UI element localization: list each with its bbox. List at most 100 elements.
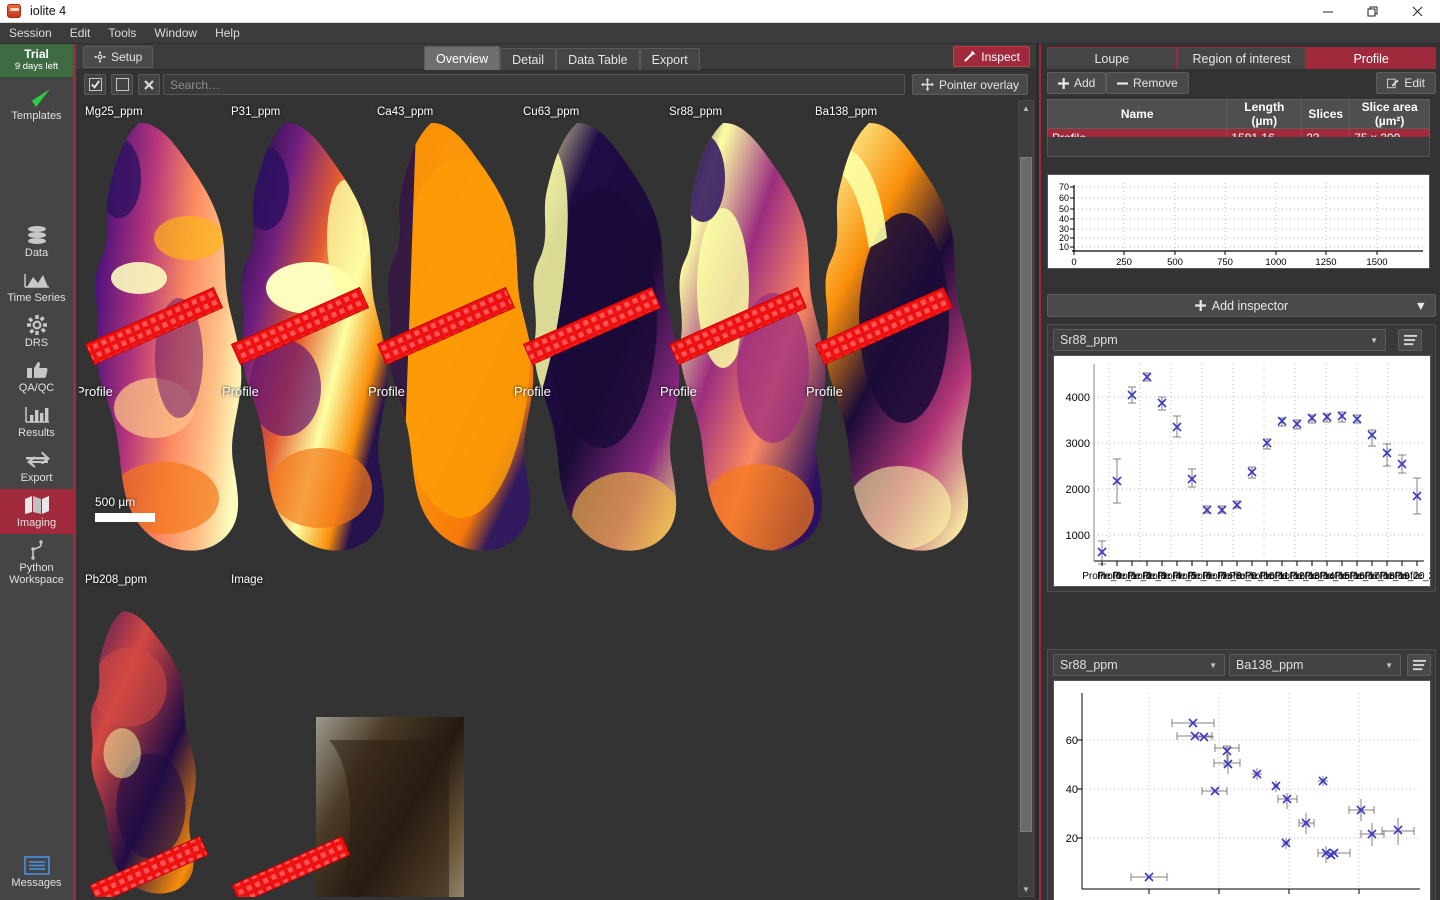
tab-detail[interactable]: Detail <box>500 48 557 70</box>
imaging-canvas[interactable]: Mg25_ppm P31_ppm Ca43_ppm Cu63_ppm Sr88_… <box>79 100 1021 897</box>
trial-badge: Trial 9 days left <box>0 44 73 78</box>
inspector-2-x-select[interactable]: Sr88_ppm ▼ <box>1053 654 1225 676</box>
mountain-chart-icon <box>23 268 50 292</box>
sidebar-item-messages[interactable]: Messages <box>0 849 73 894</box>
element-maps <box>84 122 972 897</box>
inspector-2-plot[interactable]: 604020 10002000 30004000 <box>1053 680 1431 900</box>
inspect-button[interactable]: Inspect <box>953 46 1030 67</box>
inspector-1-plot[interactable]: 4000 3000 2000 1000 Profile_0 Profile_1 … <box>1053 355 1440 587</box>
chevron-down-icon: ▼ <box>1385 660 1393 670</box>
sidebar-item-qaqc[interactable]: QA/QC <box>0 354 73 399</box>
svg-text:500: 500 <box>1167 257 1183 268</box>
profile-label-p31: Profile <box>222 384 259 399</box>
inspector-1-channel-select[interactable]: Sr88_ppm ▼ <box>1053 329 1386 351</box>
sidebar-item-label: Export <box>20 472 53 484</box>
th-slice-area[interactable]: Slice area (µm²) <box>1349 99 1430 129</box>
chevron-down-icon: ▼ <box>1370 335 1378 345</box>
remove-profile-button[interactable]: Remove <box>1106 72 1189 94</box>
minus-icon <box>1117 81 1128 85</box>
move-cross-icon <box>920 78 934 91</box>
scrollbar-thumb[interactable] <box>1020 157 1032 832</box>
chevron-down-icon: ▼ <box>1414 298 1427 313</box>
map-label-cu63: Cu63_ppm <box>523 106 580 118</box>
plus-icon <box>1194 300 1206 311</box>
inspector-tabs: Loupe Region of interest Profile <box>1047 47 1437 69</box>
menu-edit[interactable]: Edit <box>61 24 100 43</box>
tab-loupe[interactable]: Loupe <box>1047 47 1177 69</box>
th-length[interactable]: Length (µm) <box>1226 99 1303 129</box>
profile-length-plot[interactable]: 70 60 50 40 30 20 10 0 250 500 750 1000 1250 150… <box>1047 174 1430 269</box>
close-button[interactable] <box>1395 0 1440 23</box>
map-label-ca43: Ca43_ppm <box>377 106 434 118</box>
th-slices[interactable]: Slices <box>1301 99 1351 129</box>
minimize-button[interactable] <box>1305 0 1350 23</box>
th-name[interactable]: Name <box>1046 99 1228 129</box>
inspector-2-x-label: Sr88_ppm <box>1060 658 1118 672</box>
tab-data-table[interactable]: Data Table <box>556 48 640 70</box>
sidebar-item-label: QA/QC <box>18 382 55 394</box>
sidebar-item-templates[interactable]: Templates <box>0 82 73 127</box>
tab-profile[interactable]: Profile <box>1306 47 1437 69</box>
setup-button[interactable]: Setup <box>83 46 154 68</box>
hamburger-menu-icon <box>1403 334 1417 345</box>
chevron-down-icon: ▼ <box>1209 660 1217 670</box>
profile-label-sr88: Profile <box>660 384 697 399</box>
sr88-profile-scatter: 40003000 20001000 Profile_0Profile_1Prof… <box>1066 364 1440 582</box>
inspect-label: Inspect <box>981 49 1020 64</box>
pointer-overlay-button[interactable]: Pointer overlay <box>911 74 1028 95</box>
tab-overview[interactable]: Overview <box>424 46 501 70</box>
clear-selection-button[interactable] <box>138 74 160 95</box>
arrows-exchange-icon <box>23 448 51 472</box>
tab-region-of-interest[interactable]: Region of interest <box>1176 47 1307 69</box>
profile-label-cu63: Profile <box>514 384 551 399</box>
canvas-scrollbar[interactable]: ▲ ▼ <box>1018 100 1034 897</box>
sidebar-item-python-workspace[interactable]: Python Workspace <box>0 534 73 591</box>
inspector-2-y-label: Ba138_ppm <box>1236 658 1304 672</box>
svg-text:1250: 1250 <box>1315 257 1336 268</box>
add-profile-button[interactable]: Add <box>1047 72 1107 94</box>
sidebar-item-time-series[interactable]: Time Series <box>0 264 73 309</box>
svg-text:1500: 1500 <box>1366 257 1387 268</box>
add-inspector-button[interactable]: Add inspector ▼ <box>1047 294 1436 317</box>
add-label: Add <box>1074 76 1096 90</box>
plus-icon <box>1058 77 1069 89</box>
inspector-1-menu-button[interactable] <box>1398 329 1422 351</box>
wand-icon <box>964 50 976 62</box>
sidebar-item-data[interactable]: Data <box>0 219 73 264</box>
search-input[interactable] <box>163 74 905 95</box>
svg-text:1000: 1000 <box>1066 530 1090 542</box>
edit-profile-button[interactable]: Edit <box>1376 72 1436 94</box>
uncheck-all-button[interactable] <box>111 74 133 95</box>
check-all-button[interactable] <box>84 74 106 95</box>
sidebar-item-label: Time Series <box>7 292 66 304</box>
tab-export[interactable]: Export <box>639 48 700 70</box>
svg-text:70: 70 <box>1059 182 1069 192</box>
sidebar-item-drs[interactable]: DRS <box>0 309 73 354</box>
sidebar-item-label: Data <box>24 247 49 259</box>
sidebar-item-export[interactable]: Export <box>0 444 73 489</box>
scroll-up-arrow[interactable]: ▲ <box>1020 102 1032 114</box>
scale-bar-line <box>95 513 155 522</box>
trial-title: Trial <box>24 47 49 61</box>
thumbs-up-icon <box>25 358 49 382</box>
bar-chart-icon <box>24 403 50 427</box>
title-bar: iolite 4 <box>0 0 1440 23</box>
inspector-2-menu-button[interactable] <box>1407 654 1431 676</box>
inspector-2-y-select[interactable]: Ba138_ppm ▼ <box>1229 654 1401 676</box>
sidebar-item-imaging[interactable]: Imaging <box>0 489 73 534</box>
menu-help[interactable]: Help <box>206 24 249 43</box>
sidebar-item-results[interactable]: Results <box>0 399 73 444</box>
menu-tools[interactable]: Tools <box>99 24 145 43</box>
scroll-down-arrow[interactable]: ▼ <box>1020 883 1032 895</box>
map-icon <box>24 493 50 517</box>
svg-text:50: 50 <box>1059 204 1069 214</box>
menu-session[interactable]: Session <box>0 24 61 43</box>
image-toolbar: Pointer overlay <box>76 70 1036 98</box>
menu-window[interactable]: Window <box>145 24 206 43</box>
pointer-overlay-label: Pointer overlay <box>938 77 1019 92</box>
svg-text:40: 40 <box>1059 214 1069 224</box>
sr88-vs-ba138-scatter: 604020 10002000 30004000 <box>1066 693 1420 900</box>
svg-text:0: 0 <box>1071 257 1076 268</box>
maximize-button[interactable] <box>1350 0 1395 23</box>
main-tabs: Overview Detail Data Table Export <box>424 46 700 70</box>
